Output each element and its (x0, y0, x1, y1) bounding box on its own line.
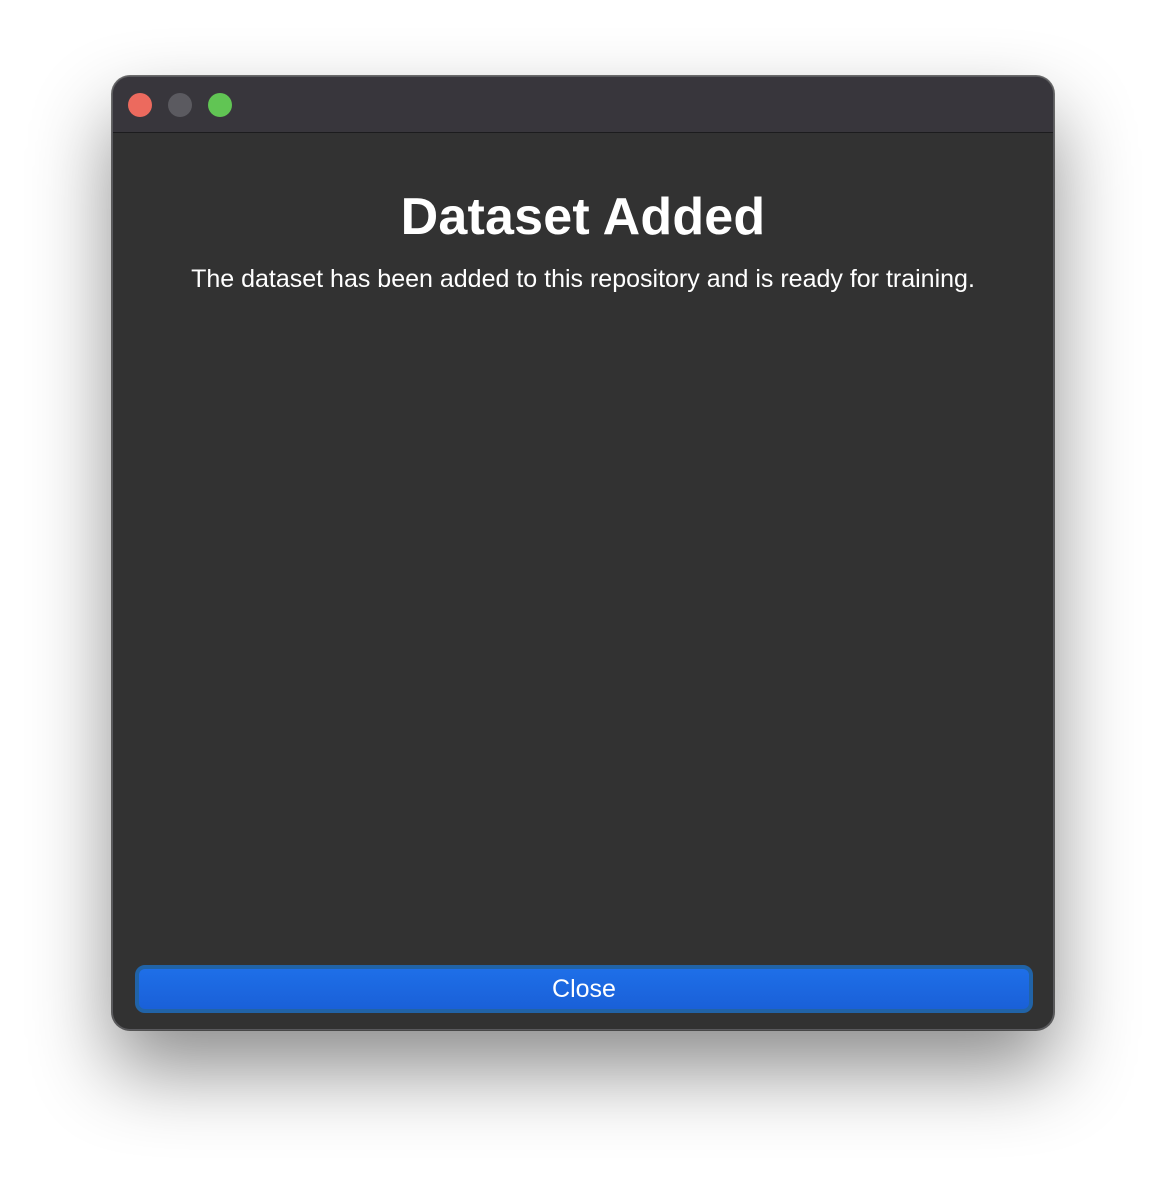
dialog-window: Dataset Added The dataset has been added… (112, 76, 1054, 1030)
close-button[interactable]: Close (135, 965, 1033, 1013)
zoom-window-icon[interactable] (208, 93, 232, 117)
close-window-icon[interactable] (128, 93, 152, 117)
dialog-message: The dataset has been added to this repos… (191, 265, 975, 293)
dialog-title: Dataset Added (400, 188, 766, 246)
minimize-window-icon[interactable] (168, 93, 192, 117)
title-bar[interactable] (113, 77, 1053, 133)
dialog-content: Dataset Added The dataset has been added… (113, 133, 1053, 1029)
